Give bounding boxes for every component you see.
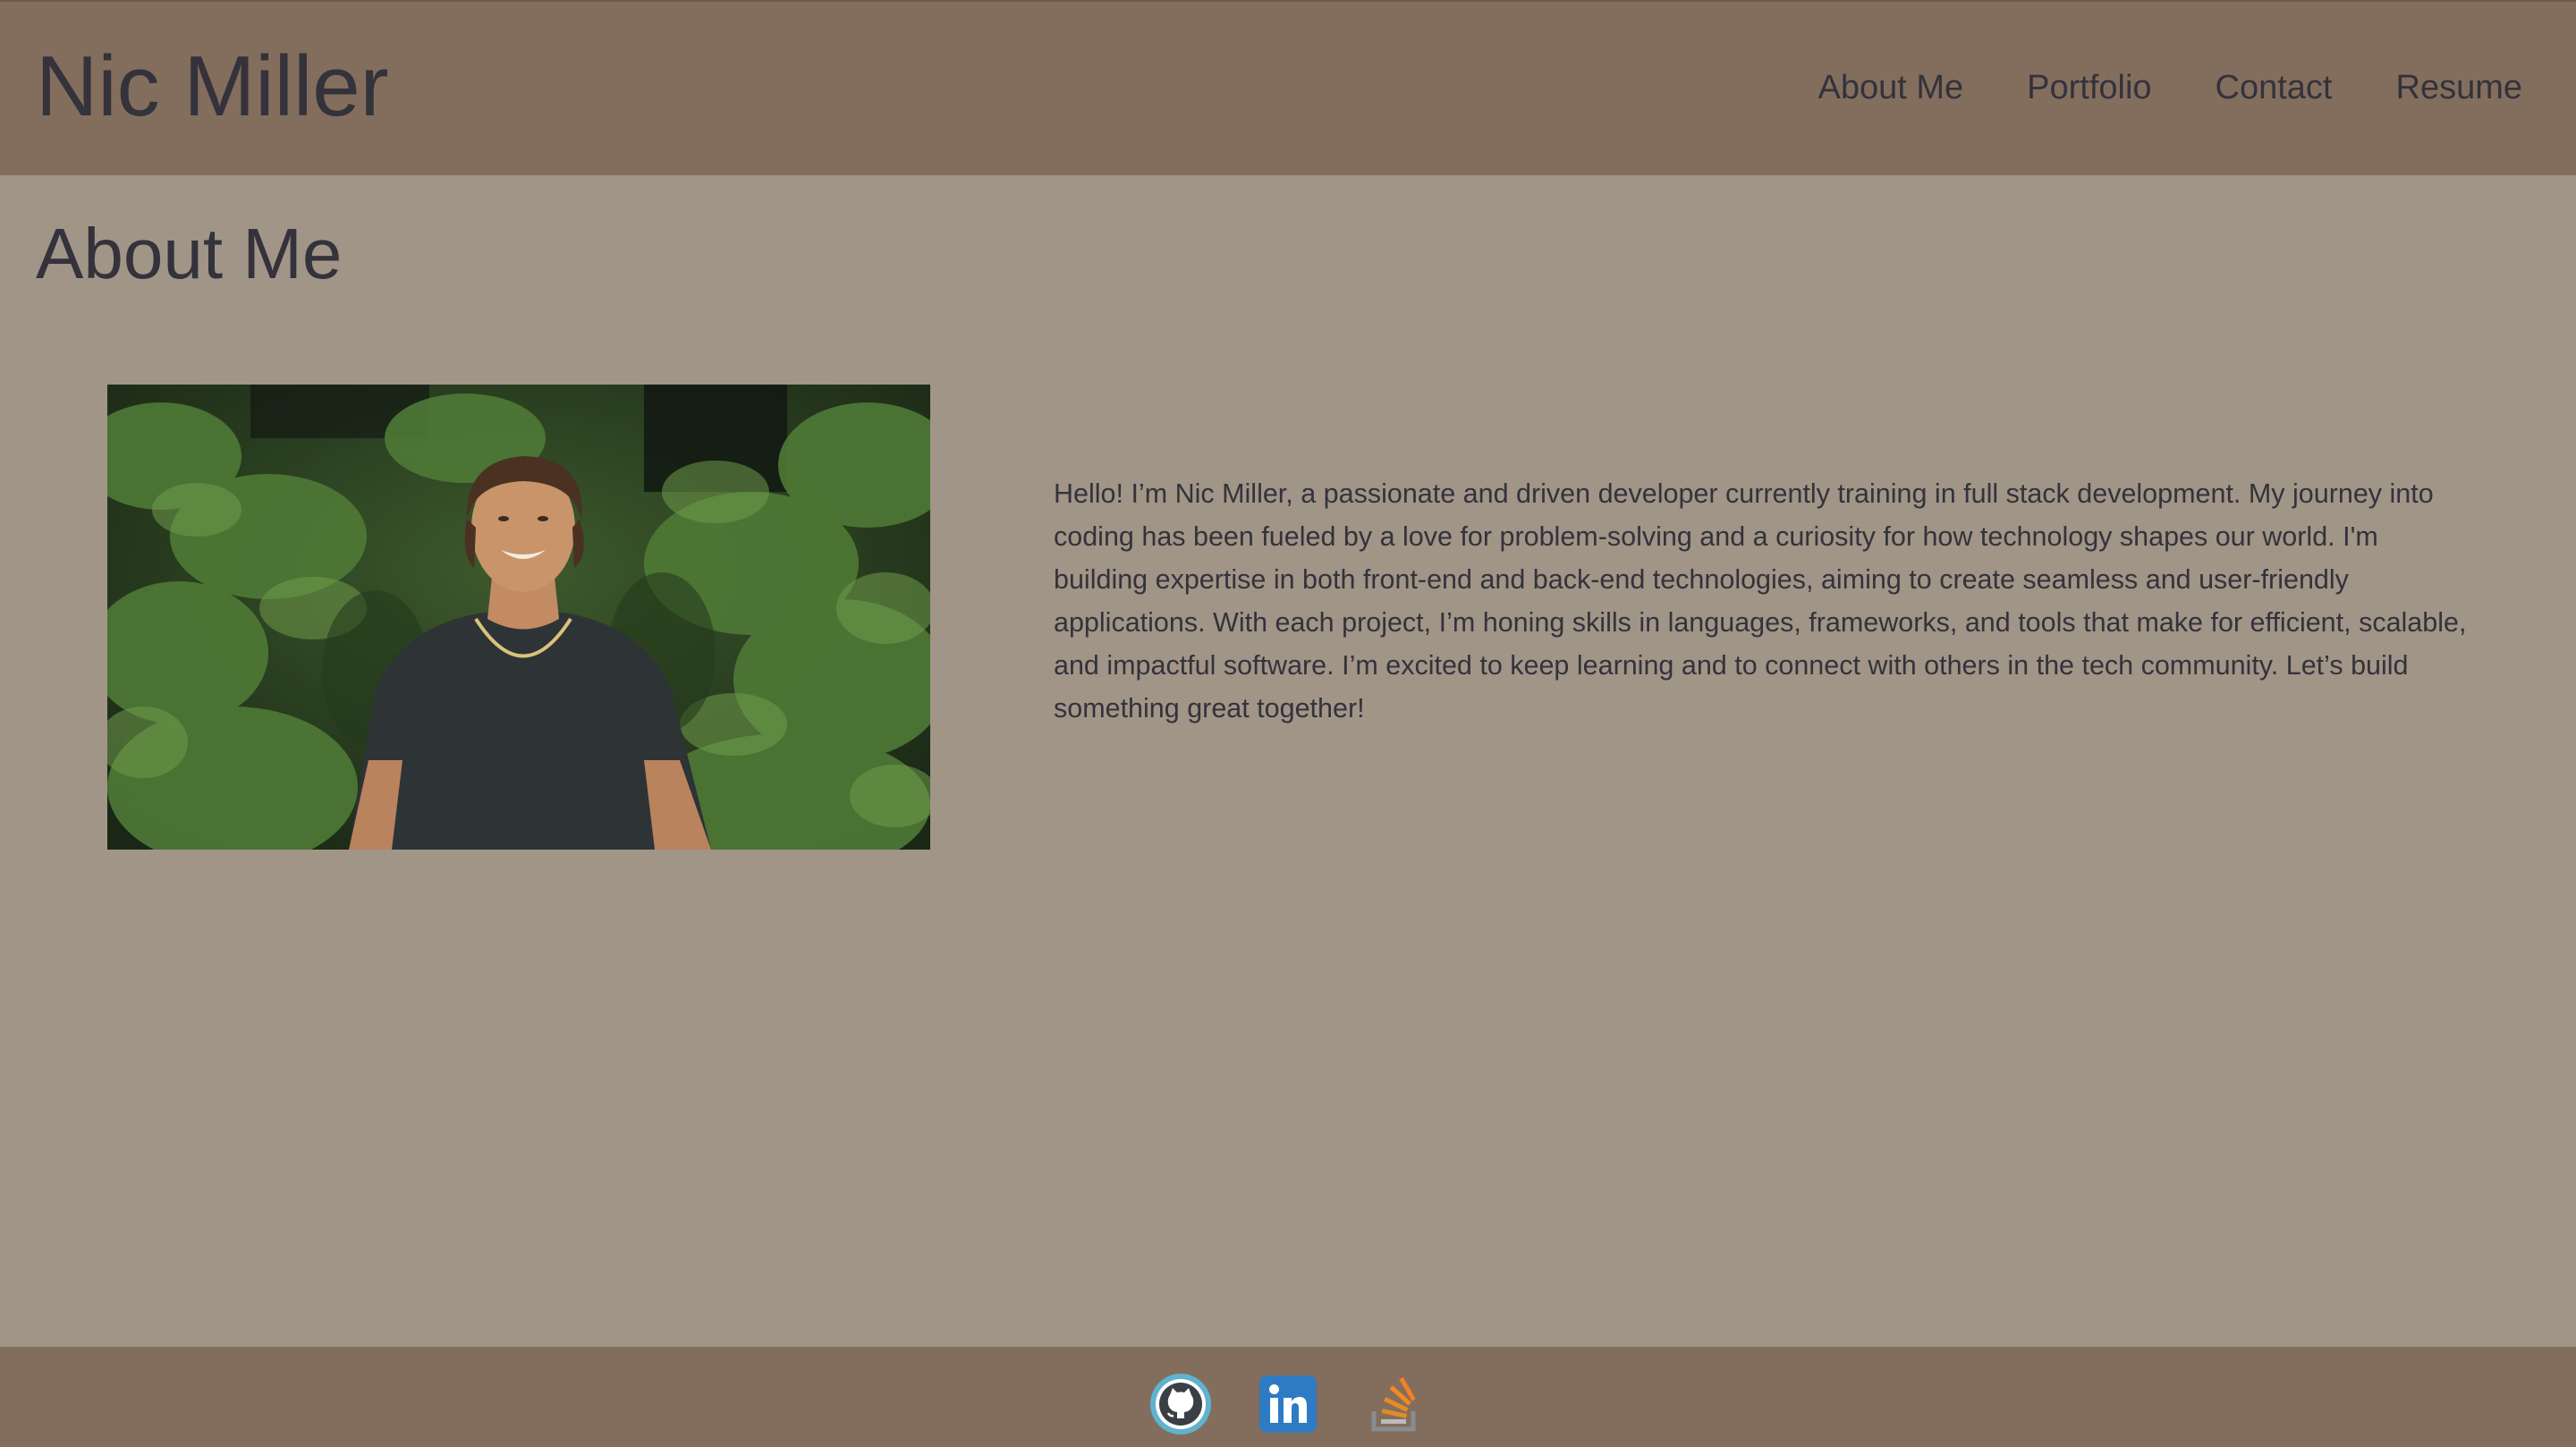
site-header: Nic Miller About Me Portfolio Contact Re…	[0, 0, 2576, 175]
stackoverflow-icon	[1371, 1376, 1416, 1432]
nav-link-resume[interactable]: Resume	[2396, 66, 2523, 109]
nav-link-contact[interactable]: Contact	[2216, 66, 2333, 109]
linkedin-icon	[1259, 1375, 1317, 1433]
section-title: About Me	[36, 214, 343, 293]
github-icon	[1150, 1374, 1211, 1434]
stackoverflow-link[interactable]	[1363, 1372, 1428, 1436]
portrait-photo-image	[107, 385, 930, 850]
nav-link-about-me[interactable]: About Me	[1818, 66, 1963, 109]
linkedin-link[interactable]	[1256, 1372, 1320, 1436]
bio-text: Hello! I’m Nic Miller, a passionate and …	[1054, 478, 2467, 724]
nav-link-portfolio[interactable]: Portfolio	[2027, 66, 2151, 109]
github-link[interactable]	[1148, 1372, 1213, 1436]
profile-photo	[107, 385, 930, 850]
site-title[interactable]: Nic Miller	[36, 39, 389, 134]
main-nav: About Me Portfolio Contact Resume	[1818, 66, 2522, 109]
site-footer	[0, 1347, 2576, 1447]
